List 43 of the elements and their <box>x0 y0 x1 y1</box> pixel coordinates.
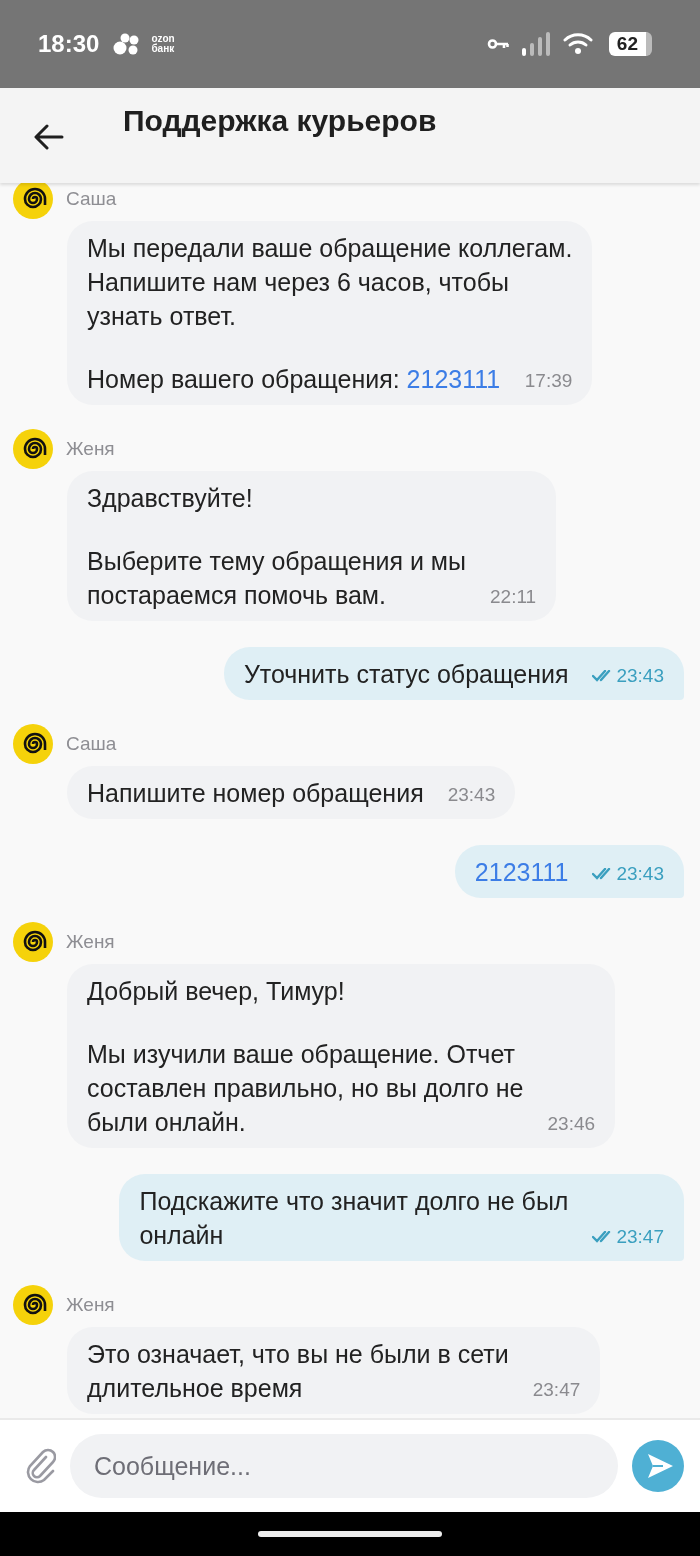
battery-indicator: 62 <box>608 32 652 56</box>
paperclip-icon[interactable] <box>26 1448 56 1484</box>
key-icon <box>486 38 509 50</box>
status-time: 18:30 <box>38 30 100 58</box>
message-text: Номер вашего обращения: 2123111 <box>87 364 501 395</box>
message-text: Выберите тему обращения и мы постараемся помочь вам. <box>87 546 466 611</box>
ticket-link[interactable]: 2123111 <box>474 855 569 889</box>
message-text: Уточнить статус обращения <box>243 659 569 690</box>
ticket-link[interactable]: 2123111 <box>406 365 501 393</box>
message-time: 23:47 <box>532 1378 581 1402</box>
signal-icon <box>520 31 551 57</box>
message-time: 23:47 <box>616 1225 664 1249</box>
back-arrow-icon[interactable] <box>34 124 64 150</box>
message-text: Напишите номер обращения <box>87 778 424 809</box>
send-icon <box>645 1451 675 1481</box>
sender-name: Саша <box>66 188 117 210</box>
message-time: 23:43 <box>447 783 496 807</box>
send-button[interactable] <box>632 1440 684 1492</box>
message-time: 22:11 <box>490 585 537 609</box>
message-text: Добрый вечер, Тимур! <box>87 976 346 1007</box>
spiral-avatar-icon <box>13 922 53 962</box>
message-time: 23:43 <box>616 664 664 688</box>
chat-title: Поддержка курьеров <box>123 104 437 138</box>
message-text: Мы изучили ваше обращение. Отчет составлен правильно, но вы долго не были онлайн. <box>87 1039 524 1138</box>
sender-name: Саша <box>66 733 117 755</box>
message-input[interactable]: Сообщение... <box>70 1434 618 1498</box>
app-label: ozon банк <box>151 34 175 54</box>
message-time: 17:39 <box>524 369 573 393</box>
sender-name: Женя <box>66 438 115 460</box>
message-text: Подскажите что значит долго не был онлайн <box>139 1186 569 1251</box>
message-time: 23:43 <box>616 862 664 886</box>
spiral-avatar-icon <box>13 1285 53 1325</box>
sender-name: Женя <box>66 931 115 953</box>
spiral-avatar-icon <box>13 429 53 469</box>
message-text: Мы передали ваше обращение коллегам. Напишите нам через 6 часов, чтобы узнать ответ. <box>87 233 573 332</box>
message-time: 23:46 <box>547 1112 596 1136</box>
message-text: Здравствуйте! <box>87 483 254 514</box>
bubbles-logo-icon <box>113 33 140 55</box>
wifi-icon <box>562 33 593 55</box>
message-text: Это означает, что вы не были в сети длительное время <box>87 1339 509 1404</box>
spiral-avatar-icon <box>13 183 53 219</box>
sender-name: Женя <box>66 1294 115 1316</box>
spiral-avatar-icon <box>13 724 53 764</box>
